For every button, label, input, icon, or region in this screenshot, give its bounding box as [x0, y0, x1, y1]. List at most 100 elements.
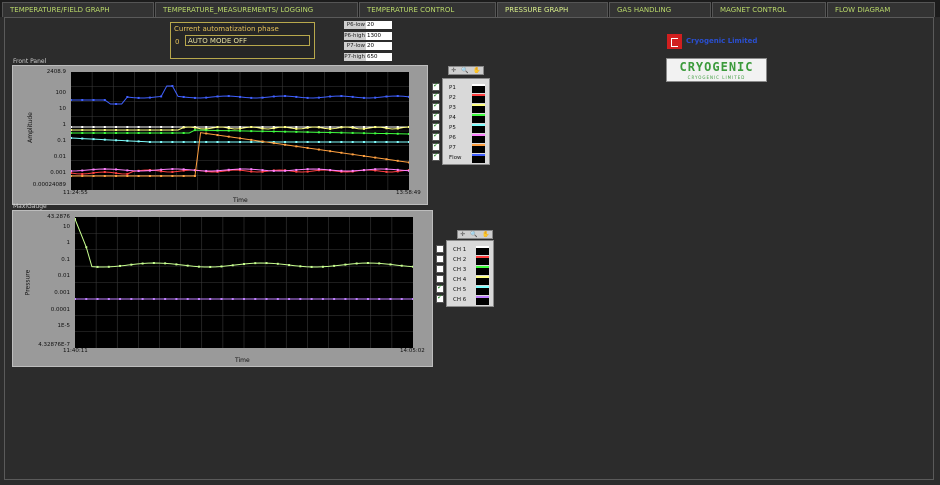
- legend-row[interactable]: P7: [443, 143, 489, 153]
- ch6-point: [378, 298, 381, 300]
- p5-point: [351, 141, 354, 143]
- legend-row[interactable]: CH 1: [447, 245, 493, 255]
- p5-point: [374, 141, 377, 143]
- legend-row[interactable]: P5: [443, 123, 489, 133]
- p7-point: [306, 146, 309, 149]
- mg-ytick: 0.0001: [50, 307, 70, 313]
- ch5-point: [152, 262, 155, 265]
- p7-high-input[interactable]: [366, 53, 392, 61]
- flow-point: [103, 99, 106, 101]
- flow-point: [329, 95, 332, 98]
- ch6-point: [164, 298, 167, 300]
- legend-row[interactable]: P1: [443, 83, 489, 93]
- zoom-icon[interactable]: 🔍: [461, 67, 468, 74]
- plot-visible-checkbox[interactable]: [432, 101, 440, 111]
- cursor-move-icon[interactable]: ✛: [451, 67, 456, 74]
- p4-point: [272, 130, 275, 133]
- plot-visible-checkbox[interactable]: [432, 141, 440, 151]
- tab-temperature-control[interactable]: TEMPERATURE CONTROL: [359, 2, 496, 17]
- legend-row[interactable]: CH 2: [447, 255, 493, 265]
- p4-point: [92, 132, 95, 134]
- legend-row[interactable]: Flow: [443, 153, 489, 163]
- legend-row[interactable]: CH 4: [447, 275, 493, 285]
- plot-visible-checkbox[interactable]: [432, 151, 440, 161]
- legend-label: CH 3: [453, 267, 467, 273]
- plot-visible-checkbox[interactable]: [436, 245, 444, 253]
- flow-point: [272, 95, 275, 98]
- plot-visible-checkbox[interactable]: [436, 255, 444, 263]
- ch5-point: [209, 265, 212, 268]
- p7-point: [103, 175, 106, 177]
- front-panel-graph-palette[interactable]: ✛ 🔍 ✋: [448, 66, 484, 75]
- p3-point: [81, 129, 84, 131]
- p5-point: [81, 137, 84, 140]
- plot-visible-checkbox[interactable]: [436, 265, 444, 273]
- p6-low-input[interactable]: [366, 21, 392, 29]
- p6-point: [239, 168, 241, 171]
- tab-pressure-graph[interactable]: PRESSURE GRAPH: [497, 2, 608, 17]
- p6-point: [396, 168, 399, 171]
- logo-main-text: CRYOGENIC: [679, 60, 754, 74]
- plot-visible-checkbox[interactable]: [432, 131, 440, 141]
- ch6-point: [254, 298, 257, 300]
- zoom-icon[interactable]: 🔍: [470, 231, 477, 238]
- p7-point: [340, 151, 343, 154]
- p3-point: [408, 126, 410, 129]
- tab-temperature-measurements-logging[interactable]: TEMPERATURE_MEASUREMENTS/ LOGGING: [155, 2, 358, 17]
- logo-mark-icon: [667, 33, 682, 49]
- legend-swatch-icon: [476, 286, 489, 295]
- plot-visible-checkbox[interactable]: [432, 91, 440, 101]
- plot-visible-checkbox[interactable]: [432, 111, 440, 121]
- plot-visible-checkbox[interactable]: [432, 81, 440, 91]
- p1-point: [160, 126, 163, 128]
- p7-low-input[interactable]: [366, 42, 392, 50]
- legend-swatch-icon: [476, 296, 489, 305]
- cryogenic-logo-red: Cryogenic Limited: [667, 33, 757, 49]
- ch6-point: [400, 298, 403, 300]
- p6-point: [137, 169, 140, 172]
- legend-row[interactable]: P6: [443, 133, 489, 143]
- p3-point: [385, 127, 388, 130]
- p5-point: [148, 141, 151, 143]
- cursor-move-icon[interactable]: ✛: [460, 231, 465, 238]
- p7-point: [351, 153, 354, 156]
- legend-row[interactable]: CH 5: [447, 285, 493, 295]
- p2-point: [103, 171, 106, 174]
- tab-flow-diagram[interactable]: FLOW DIAGRAM: [827, 2, 935, 17]
- p6-point: [227, 168, 230, 171]
- p6-point: [216, 169, 219, 172]
- p4-point: [160, 132, 163, 134]
- flow-point: [295, 95, 298, 98]
- p4-point: [115, 132, 118, 134]
- flow-point: [126, 95, 129, 98]
- legend-row[interactable]: P4: [443, 113, 489, 123]
- plot-visible-checkbox[interactable]: [436, 275, 444, 283]
- legend-row[interactable]: P3: [443, 103, 489, 113]
- p5-point: [137, 140, 140, 143]
- p3-point: [171, 129, 174, 131]
- tab-gas-handling[interactable]: GAS HANDLING: [609, 2, 711, 17]
- legend-label: P4: [449, 115, 456, 121]
- ch5-point: [254, 262, 257, 265]
- legend-swatch-icon: [472, 104, 485, 113]
- p7-point: [261, 140, 264, 143]
- p1-point: [137, 126, 140, 128]
- p6-point: [362, 169, 365, 172]
- tab-temperature-field-graph[interactable]: TEMPERATURE/FIELD GRAPH: [2, 2, 154, 17]
- p5-point: [306, 141, 309, 143]
- legend-row[interactable]: P2: [443, 93, 489, 103]
- legend-row[interactable]: CH 6: [447, 295, 493, 305]
- p6-point: [205, 169, 208, 172]
- ch5-point: [288, 264, 291, 267]
- plot-visible-checkbox[interactable]: [432, 121, 440, 131]
- tab-magnet-control[interactable]: MAGNET CONTROL: [712, 2, 826, 17]
- p6-high-input[interactable]: [366, 32, 392, 40]
- legend-label: CH 6: [453, 297, 467, 303]
- plot-visible-checkbox[interactable]: [436, 293, 444, 303]
- legend-row[interactable]: CH 3: [447, 265, 493, 275]
- mg-ytick: 0.001: [54, 290, 70, 296]
- maxigauge-graph-palette[interactable]: ✛ 🔍 ✋: [457, 230, 493, 239]
- plot-visible-checkbox[interactable]: [436, 283, 444, 293]
- pan-hand-icon[interactable]: ✋: [482, 231, 489, 238]
- pan-hand-icon[interactable]: ✋: [473, 67, 480, 74]
